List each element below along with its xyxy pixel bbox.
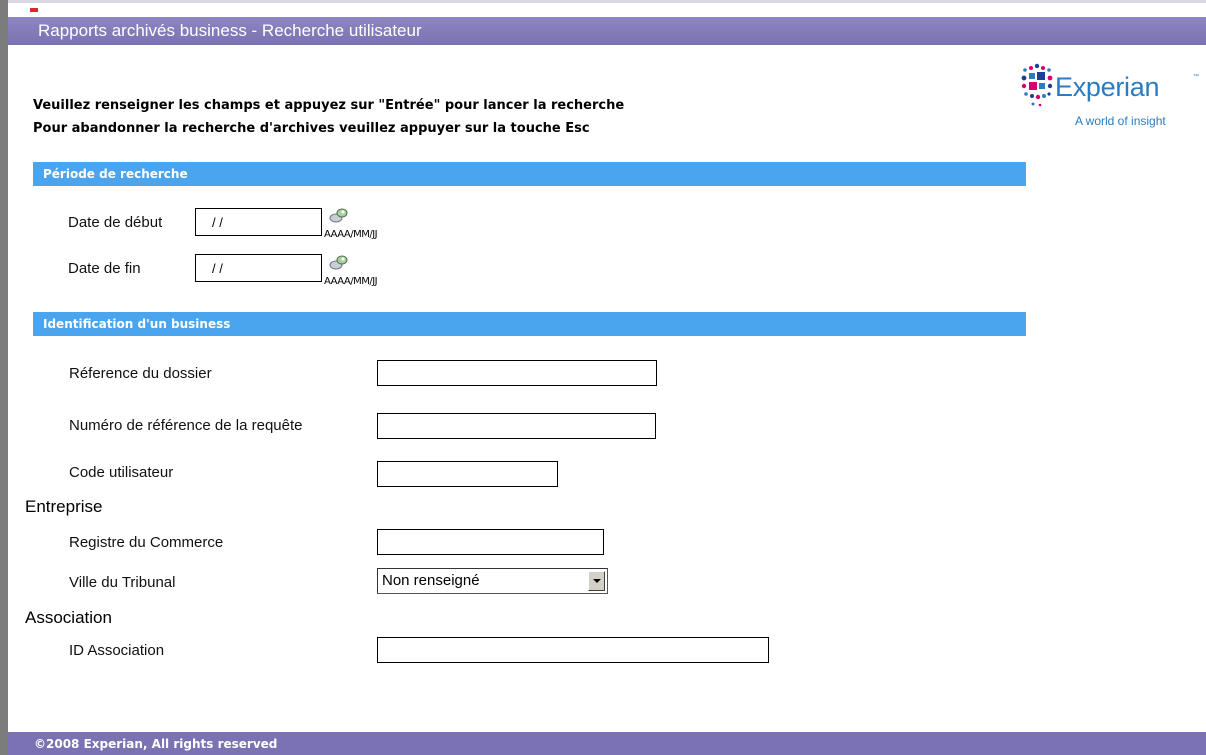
association-heading: Association [25,608,112,627]
experian-dots-icon [1021,63,1053,107]
user-code-label: Code utilisateur [69,464,174,481]
copyright-text: ©2008 Experian, All rights reserved [34,737,278,751]
ville-tribunal-selected-value: Non renseigné [382,572,480,589]
association-id-label: ID Association [69,642,165,659]
dossier-reference-label: Réference du dossier [69,365,212,382]
experian-wordmark: Experian [1055,72,1160,102]
registre-commerce-label: Registre du Commerce [69,534,224,551]
section-period-title: Période de recherche [43,167,188,181]
start-date-field[interactable] [195,208,322,236]
instruction-abort: Pour abandonner la recherche d'archives … [33,121,590,136]
start-date-label: Date de début [68,214,163,231]
request-reference-label: Numéro de référence de la requête [69,417,303,434]
calendar-picker-icon[interactable] [328,206,350,224]
instruction-search: Veuillez renseigner les champs et appuye… [33,98,625,113]
window-frame-top [8,0,1206,3]
end-date-field[interactable] [195,254,322,282]
registre-commerce-field[interactable] [377,529,604,555]
page-title: Rapports archivés business - Recherche u… [38,21,422,40]
footer-bar: ©2008 Experian, All rights reserved [8,732,1206,755]
experian-tagline: A world of insight [1075,114,1166,128]
window-frame-left [0,0,8,755]
user-code-field[interactable] [377,461,558,487]
chevron-down-icon[interactable] [588,571,605,591]
end-date-label: Date de fin [68,260,141,277]
calendar-picker-icon[interactable] [328,253,350,271]
section-business-id: Identification d'un business [33,312,1026,336]
section-period: Période de recherche [33,162,1026,186]
request-reference-field[interactable] [377,413,656,439]
trademark-symbol: ™ [1193,74,1199,80]
window-corner-marker [30,8,38,12]
section-business-id-title: Identification d'un business [43,317,231,331]
ville-tribunal-label: Ville du Tribunal [69,574,176,591]
association-id-field[interactable] [377,637,769,663]
dossier-reference-field[interactable] [377,360,657,386]
ville-tribunal-select[interactable]: Non renseigné [377,568,608,594]
end-date-format-hint: AAAA/MM/JJ [324,276,378,287]
title-bar: Rapports archivés business - Recherche u… [8,17,1206,45]
start-date-format-hint: AAAA/MM/JJ [324,229,378,240]
entreprise-heading: Entreprise [25,497,103,516]
